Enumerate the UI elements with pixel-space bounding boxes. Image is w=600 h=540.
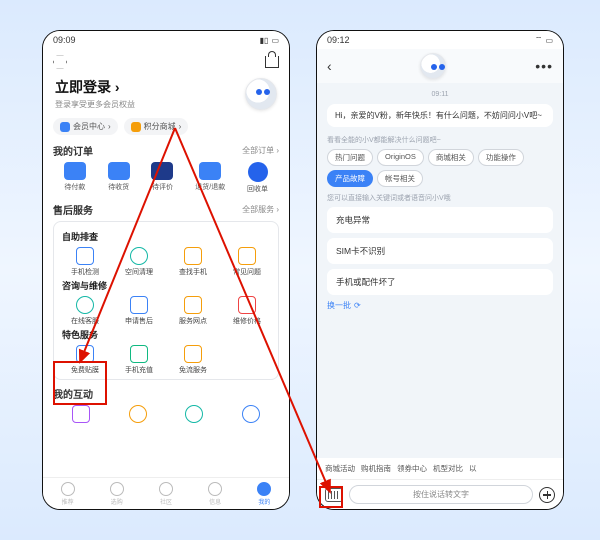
status-right: ▮▯ ▭ [260, 36, 279, 45]
selfcheck-title: 自助排查 [62, 230, 270, 243]
interact-row [53, 405, 279, 423]
feature-title: 特色服务 [62, 328, 270, 341]
pill-hot[interactable]: 热门问题 [327, 149, 373, 166]
chat-timestamp: 09:11 [327, 91, 553, 98]
interact-icon-3[interactable] [185, 405, 203, 423]
login-subtitle: 登录享受更多会员权益 [55, 99, 135, 110]
chip-compare[interactable]: 机型对比 [433, 463, 463, 474]
back-icon[interactable]: ‹ [327, 58, 332, 74]
chip-coupon[interactable]: 领券中心 [397, 463, 427, 474]
battery-icon: ▭ [271, 36, 279, 45]
chevron-icon: › [179, 122, 182, 131]
status-time: 09:12 [327, 35, 350, 45]
chip-activity[interactable]: 商城活动 [325, 463, 355, 474]
hint-input: 您可以直接输入关键词或者语音问小V哦 [327, 193, 553, 203]
category-pills: 热门问题 OriginOS 商城相关 功能操作 产品故障 帐号相关 [327, 149, 553, 187]
chip-points-mall[interactable]: 积分商城 › [124, 118, 189, 135]
pill-account[interactable]: 帐号相关 [377, 170, 423, 187]
interact-title: 我的互动 [53, 386, 93, 401]
top-bar [43, 49, 289, 75]
cart-icon[interactable] [265, 56, 279, 68]
profile-scroll: 会员中心 › 积分商城 › 我的订单 全部订单 › 待付款 待收货 待评价 退货… [43, 116, 289, 477]
signal-icon: ▮▯ [260, 36, 269, 45]
feature-recharge[interactable]: 手机充值 [112, 345, 166, 375]
interact-icon-1[interactable] [72, 405, 90, 423]
tab-community[interactable]: 社区 [159, 482, 173, 506]
interact-head: 我的互动 [53, 386, 279, 401]
orders-row: 待付款 待收货 待评价 退货/退款 回收单 [53, 162, 279, 194]
tab-mine[interactable]: 我的 [257, 482, 271, 506]
chevron-right-icon: › [115, 79, 120, 95]
tab-bar: 推荐 选购 社区 信息 我的 [43, 477, 289, 509]
consult-title: 咨询与维修 [62, 279, 270, 292]
feature-data[interactable]: 免流服务 [166, 345, 220, 375]
aftersale-title: 售后服务 [53, 202, 93, 217]
wifi-icon: ⌔ [535, 35, 543, 45]
orders-more[interactable]: 全部订单 › [242, 145, 279, 156]
more-icon[interactable]: ••• [535, 58, 553, 74]
selfcheck-phone[interactable]: 手机检测 [58, 247, 112, 277]
status-right: ⌔ ▭ [535, 35, 553, 45]
status-bar: 09:12 ⌔ ▭ [317, 31, 563, 49]
phone-right: 09:12 ⌔ ▭ ‹ ••• 09:11 Hi，亲爱的V粉，新年快乐！有什么问… [316, 30, 564, 510]
order-pending-review[interactable]: 待评价 [151, 162, 173, 194]
order-refund[interactable]: 退货/退款 [195, 162, 225, 194]
order-pending-pay[interactable]: 待付款 [64, 162, 86, 194]
feature-film[interactable]: 免费贴膜 [58, 345, 112, 375]
chevron-icon: › [108, 122, 111, 131]
consult-apply[interactable]: 申请售后 [112, 296, 166, 326]
refresh-icon: ⟳ [354, 301, 361, 310]
tab-message[interactable]: 信息 [208, 482, 222, 506]
order-pending-ship[interactable]: 待收货 [108, 162, 130, 194]
login-title: 立即登录 [55, 79, 111, 95]
member-icon [60, 122, 70, 132]
bot-greeting: Hi，亲爱的V粉，新年快乐！有什么问题，不妨问问小V吧~ [327, 104, 553, 127]
highlight-keyboard [319, 486, 343, 508]
chip-member-center[interactable]: 会员中心 › [53, 118, 118, 135]
consult-price[interactable]: 维修价格 [220, 296, 274, 326]
bot-avatar [420, 53, 446, 79]
consult-stores[interactable]: 服务网点 [166, 296, 220, 326]
aftersale-more[interactable]: 全部服务 › [242, 204, 279, 215]
points-icon [131, 122, 141, 132]
status-bar: 09:09 ▮▯ ▭ [43, 31, 289, 49]
settings-icon[interactable] [53, 55, 67, 69]
login-row[interactable]: 立即登录 › 登录享受更多会员权益 [43, 75, 289, 116]
status-time: 09:09 [53, 35, 76, 45]
orders-head: 我的订单 全部订单 › [53, 143, 279, 158]
tab-recommend[interactable]: 推荐 [61, 482, 75, 506]
pill-originos[interactable]: OriginOS [377, 149, 424, 166]
bottom-chip-row: 商城活动 购机指南 领券中心 机型对比 以 [317, 458, 563, 479]
hint-capability: 看看全能的小V都能解决什么问题吧~ [327, 135, 553, 145]
orders-title: 我的订单 [53, 143, 93, 158]
chat-body: 09:11 Hi，亲爱的V粉，新年快乐！有什么问题，不妨问问小V吧~ 看看全能的… [317, 83, 563, 458]
plus-icon[interactable] [539, 487, 555, 503]
pill-fault[interactable]: 产品故障 [327, 170, 373, 187]
selfcheck-faq[interactable]: 常见问题 [220, 247, 274, 277]
selfcheck-clean[interactable]: 空间清理 [112, 247, 166, 277]
consult-online-service[interactable]: 在线客服 [58, 296, 112, 326]
phone-left: 09:09 ▮▯ ▭ 立即登录 › 登录享受更多会员权益 会员中心 › [42, 30, 290, 510]
aftersale-head: 售后服务 全部服务 › [53, 202, 279, 217]
interact-icon-2[interactable] [129, 405, 147, 423]
interact-icon-4[interactable] [242, 405, 260, 423]
aftersale-card: 自助排查 手机检测 空间清理 查找手机 常见问题 咨询与维修 在线客服 申请售后… [53, 221, 279, 380]
order-recycle[interactable]: 回收单 [247, 162, 268, 194]
refresh-button[interactable]: 换一批 ⟳ [327, 300, 553, 311]
faq-sim[interactable]: SIM卡不识别 [327, 238, 553, 264]
voice-input[interactable]: 按住说话转文字 [349, 485, 533, 504]
pill-function[interactable]: 功能操作 [478, 149, 524, 166]
battery-icon: ▭ [545, 36, 553, 45]
avatar[interactable] [245, 78, 277, 110]
tab-shop[interactable]: 选购 [110, 482, 124, 506]
faq-broken[interactable]: 手机或配件坏了 [327, 269, 553, 295]
input-bar: 按住说话转文字 [317, 479, 563, 509]
pill-mall[interactable]: 商城相关 [428, 149, 474, 166]
chip-more[interactable]: 以 [469, 463, 477, 474]
faq-charge[interactable]: 充电异常 [327, 207, 553, 233]
selfcheck-find[interactable]: 查找手机 [166, 247, 220, 277]
chip-guide[interactable]: 购机指南 [361, 463, 391, 474]
chat-header: ‹ ••• [317, 49, 563, 83]
